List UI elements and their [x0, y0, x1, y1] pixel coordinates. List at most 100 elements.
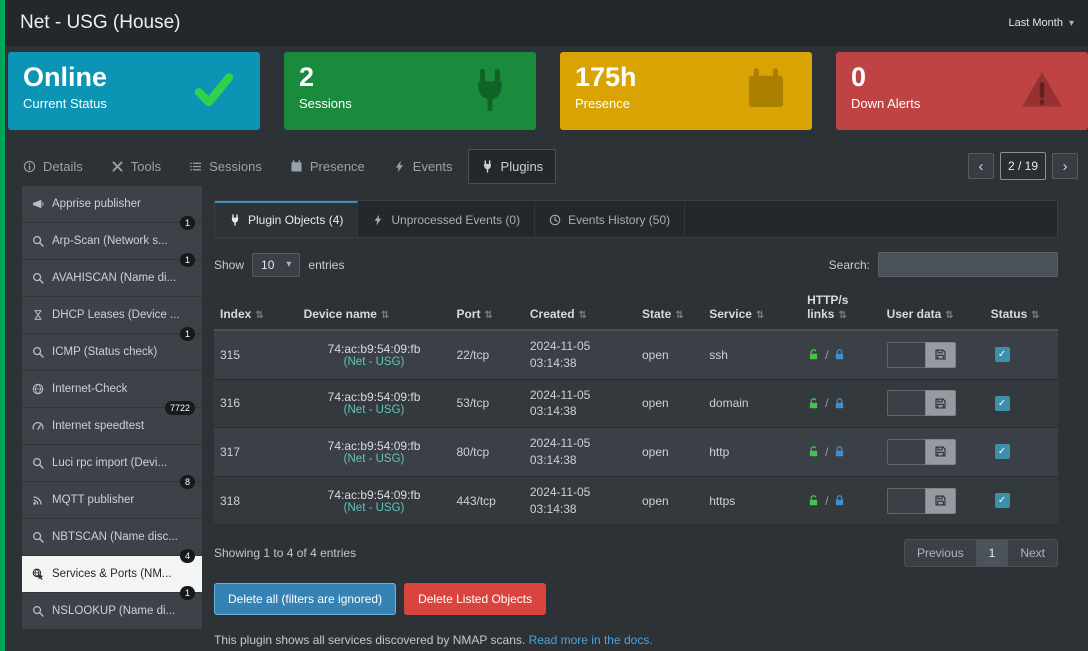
chevron-down-icon: ▾	[1069, 18, 1074, 29]
docs-link[interactable]: Read more in the docs.	[529, 633, 653, 647]
status-checkbox[interactable]: ✓	[995, 396, 1010, 411]
status-card-current-status[interactable]: OnlineCurrent Status	[8, 52, 260, 130]
plugin-list-item[interactable]: Luci rpc import (Devi...	[22, 445, 202, 482]
user-data-input[interactable]	[887, 390, 925, 416]
tab-events[interactable]: Events	[380, 149, 466, 184]
user-data-input[interactable]	[887, 342, 925, 368]
previous-page-button[interactable]: Previous	[904, 539, 977, 567]
tab-presence[interactable]: Presence	[277, 149, 378, 184]
tab-label: Plugins	[501, 159, 544, 174]
plugin-panel-tabs: Plugin Objects (4) Unprocessed Events (0)…	[214, 200, 1058, 238]
device-link[interactable]: (Net - USG)	[304, 453, 445, 465]
table-row: 31674:ac:b9:54:09:fb(Net - USG)53/tcp202…	[214, 379, 1058, 428]
http-link-icon[interactable]	[807, 445, 820, 458]
save-user-data-button[interactable]	[925, 342, 956, 368]
device-tabs: DetailsToolsSessionsPresenceEvents Plugin…	[10, 149, 556, 184]
https-link-icon[interactable]	[833, 397, 846, 410]
page-number-button[interactable]: 1	[977, 539, 1008, 567]
search-input[interactable]	[878, 252, 1058, 277]
device-link[interactable]: (Net - USG)	[304, 356, 445, 368]
user-data-input[interactable]	[887, 439, 925, 465]
column-header[interactable]: Port⇅	[450, 287, 523, 330]
column-label: Port	[456, 307, 480, 321]
column-header[interactable]: Device name⇅	[298, 287, 451, 330]
tab-plugins[interactable]: Plugins	[468, 149, 557, 184]
column-header[interactable]: Index⇅	[214, 287, 298, 330]
prev-device-button[interactable]: ‹	[968, 153, 994, 179]
created-date: 2024-11-05	[530, 338, 630, 355]
device-link[interactable]: (Net - USG)	[304, 502, 445, 514]
panel-tab-unprocessed-events[interactable]: Unprocessed Events (0)	[358, 201, 535, 237]
status-checkbox[interactable]: ✓	[995, 493, 1010, 508]
save-user-data-button[interactable]	[925, 439, 956, 465]
http-link-icon[interactable]	[807, 494, 820, 507]
sort-icon: ⇅	[381, 310, 389, 321]
cell-status: ✓	[985, 330, 1058, 379]
created-time: 03:14:38	[530, 355, 630, 372]
user-data-group	[887, 488, 979, 514]
https-link-icon[interactable]	[833, 445, 846, 458]
device-mac: 74:ac:b9:54:09:fb	[304, 488, 445, 502]
https-link-icon[interactable]	[833, 348, 846, 361]
delete-listed-button[interactable]: Delete Listed Objects	[404, 583, 546, 615]
plugin-item-badge: 7722	[165, 401, 195, 415]
device-link[interactable]: (Net - USG)	[304, 404, 445, 416]
tab-details[interactable]: Details	[10, 149, 96, 184]
search-icon	[32, 605, 44, 617]
plugin-panel: Plugin Objects (4) Unprocessed Events (0)…	[214, 200, 1058, 647]
plugin-list-item[interactable]: Services & Ports (NM...4	[22, 556, 202, 593]
plugin-list-item[interactable]: DHCP Leases (Device ...	[22, 297, 202, 334]
column-header[interactable]: Created⇅	[524, 287, 636, 330]
plugin-list-item[interactable]: Apprise publisher	[22, 186, 202, 223]
column-label: Created	[530, 307, 575, 321]
search-icon	[32, 346, 44, 358]
user-data-input[interactable]	[887, 488, 925, 514]
panel-tab-events-history[interactable]: Events History (50)	[535, 201, 685, 237]
next-device-button[interactable]: ›	[1052, 153, 1078, 179]
plugin-list-item[interactable]: MQTT publisher8	[22, 482, 202, 519]
period-select[interactable]: Last Month ▾	[1009, 17, 1074, 29]
status-checkbox[interactable]: ✓	[995, 444, 1010, 459]
gauge-icon	[32, 420, 44, 432]
cell-index: 315	[214, 330, 298, 379]
save-user-data-button[interactable]	[925, 390, 956, 416]
user-data-group	[887, 439, 979, 465]
plugin-item-label: ICMP (Status check)	[52, 346, 157, 358]
cell-index: 317	[214, 428, 298, 477]
status-checkbox[interactable]: ✓	[995, 347, 1010, 362]
table-row: 31774:ac:b9:54:09:fb(Net - USG)80/tcp202…	[214, 428, 1058, 477]
panel-tab-plugin-objects[interactable]: Plugin Objects (4)	[215, 201, 358, 237]
column-header[interactable]: State⇅	[636, 287, 703, 330]
column-header[interactable]: Status⇅	[985, 287, 1058, 330]
floppy-icon	[934, 348, 947, 361]
save-user-data-button[interactable]	[925, 488, 956, 514]
plugin-list-item[interactable]: Internet speedtest7722	[22, 408, 202, 445]
plugin-list-item[interactable]: ICMP (Status check)1	[22, 334, 202, 371]
column-header[interactable]: User data⇅	[881, 287, 985, 330]
cell-links: /	[801, 476, 881, 525]
plugin-list-item[interactable]: Arp-Scan (Network s...1	[22, 223, 202, 260]
plugin-list-item[interactable]: NBTSCAN (Name disc...	[22, 519, 202, 556]
plugin-list-item[interactable]: NSLOOKUP (Name di...1	[22, 593, 202, 630]
warning-icon	[1020, 68, 1064, 112]
cell-index: 318	[214, 476, 298, 525]
device-tabbar: DetailsToolsSessionsPresenceEvents Plugin…	[0, 146, 1088, 186]
column-header[interactable]: HTTP/s links⇅	[801, 287, 881, 330]
http-links: /	[807, 348, 875, 362]
column-header[interactable]: Service⇅	[703, 287, 801, 330]
https-link-icon[interactable]	[833, 494, 846, 507]
status-card-sessions[interactable]: 2Sessions	[284, 52, 536, 130]
tab-tools[interactable]: Tools	[98, 149, 174, 184]
status-card-presence[interactable]: 175hPresence	[560, 52, 812, 130]
http-link-icon[interactable]	[807, 397, 820, 410]
tab-sessions[interactable]: Sessions	[176, 149, 275, 184]
entries-select[interactable]: 10 ▾	[252, 253, 300, 277]
next-page-button[interactable]: Next	[1007, 539, 1058, 567]
plugin-list-item[interactable]: AVAHISCAN (Name di...1	[22, 260, 202, 297]
globe-pointer-icon	[32, 568, 44, 580]
panel-tab-label: Unprocessed Events (0)	[391, 213, 520, 227]
delete-all-button[interactable]: Delete all (filters are ignored)	[214, 583, 396, 615]
http-link-icon[interactable]	[807, 348, 820, 361]
cell-status: ✓	[985, 379, 1058, 428]
status-card-down-alerts[interactable]: 0Down Alerts	[836, 52, 1088, 130]
